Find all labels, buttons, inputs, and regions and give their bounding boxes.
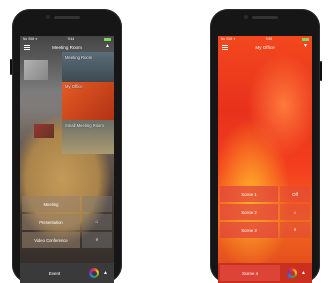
carrier-label: No SIM ✈: [23, 37, 38, 41]
power-button: [320, 61, 322, 81]
room-item-small-meeting-room[interactable]: Small Meeting Room: [62, 120, 114, 154]
screen-left: No SIM ✈ 9:44 Meeting Room ▲ Meeting Roo…: [20, 36, 114, 283]
phone-right: No SIM ✈ 9:58 My Office ▼ Scene 1 Off Sc…: [210, 9, 322, 283]
caret-up-icon[interactable]: ▲: [301, 270, 306, 276]
room-item-my-office[interactable]: My Office: [62, 82, 114, 120]
scene-row: Meeting: [22, 196, 112, 212]
scene-row: Scene 1 Off: [220, 186, 310, 202]
page-title: My Office: [255, 44, 275, 50]
scene-button-presentation[interactable]: Presentation: [22, 214, 80, 230]
caret-down-icon[interactable]: ▼: [303, 43, 308, 49]
scene-button-meeting[interactable]: Meeting: [22, 196, 80, 212]
room-item-label: My Office: [65, 84, 83, 89]
room-list: Meeting Room My Office Small Meeting Roo…: [62, 52, 114, 154]
color-wheel-icon[interactable]: [287, 268, 298, 278]
orange-gradient-background: [218, 36, 312, 283]
scene-row: Scene 2 ⌂: [220, 204, 310, 220]
event-button[interactable]: Event: [20, 271, 89, 276]
speaker-grille: [252, 16, 278, 19]
chevron-down-icon[interactable]: ∨: [82, 232, 112, 248]
speaker-grille: [54, 16, 80, 19]
phone-left: No SIM ✈ 9:44 Meeting Room ▲ Meeting Roo…: [10, 9, 122, 283]
nav-bar: Meeting Room ▲: [20, 42, 114, 52]
front-camera: [46, 15, 50, 19]
color-wheel-icon[interactable]: [89, 268, 100, 278]
home-icon[interactable]: ⌂: [280, 204, 310, 220]
hamburger-menu-icon[interactable]: [222, 44, 228, 50]
clock-label: 9:44: [67, 37, 75, 41]
scene-row: Video Conference ∨: [22, 232, 112, 248]
volume-button: [10, 59, 12, 75]
scene-row: Presentation ⌂: [22, 214, 112, 230]
battery-icon: [302, 37, 309, 41]
caret-up-icon[interactable]: ▲: [103, 270, 108, 276]
hamburger-menu-icon[interactable]: [24, 44, 30, 50]
caret-up-icon[interactable]: ▲: [105, 43, 110, 49]
carrier-label: No SIM ✈: [221, 37, 236, 41]
wall-art: [34, 124, 54, 138]
bottom-bar: Event ▲: [20, 263, 114, 283]
window: [24, 60, 48, 80]
scene-buttons: Meeting Presentation ⌂ Video Conference …: [22, 196, 112, 250]
clock-label: 9:58: [265, 37, 273, 41]
page-title: Meeting Room: [52, 44, 82, 50]
bottom-bar: Scene 4 ▲: [218, 263, 312, 283]
scene-button-1[interactable]: Scene 1: [220, 186, 278, 202]
home-icon[interactable]: ⌂: [82, 214, 112, 230]
nav-bar: My Office ▼: [218, 42, 312, 52]
screen-right: No SIM ✈ 9:58 My Office ▼ Scene 1 Off Sc…: [218, 36, 312, 283]
scene-button-2[interactable]: Scene 2: [220, 204, 278, 220]
room-item-label: Meeting Room: [65, 55, 93, 60]
off-button[interactable]: Off: [280, 186, 310, 202]
front-camera: [244, 15, 248, 19]
scene-buttons: Scene 1 Off Scene 2 ⌂ Scene 3 ∨: [220, 186, 310, 240]
battery-icon: [104, 37, 111, 41]
scene-button-video-conference[interactable]: Video Conference: [22, 232, 80, 248]
scene-side-button[interactable]: [82, 196, 112, 212]
scene-button-3[interactable]: Scene 3: [220, 222, 278, 238]
chevron-down-icon[interactable]: ∨: [280, 222, 310, 238]
room-item-meeting-room[interactable]: Meeting Room: [62, 52, 114, 82]
scene-row: Scene 3 ∨: [220, 222, 310, 238]
room-item-label: Small Meeting Room: [65, 123, 104, 128]
